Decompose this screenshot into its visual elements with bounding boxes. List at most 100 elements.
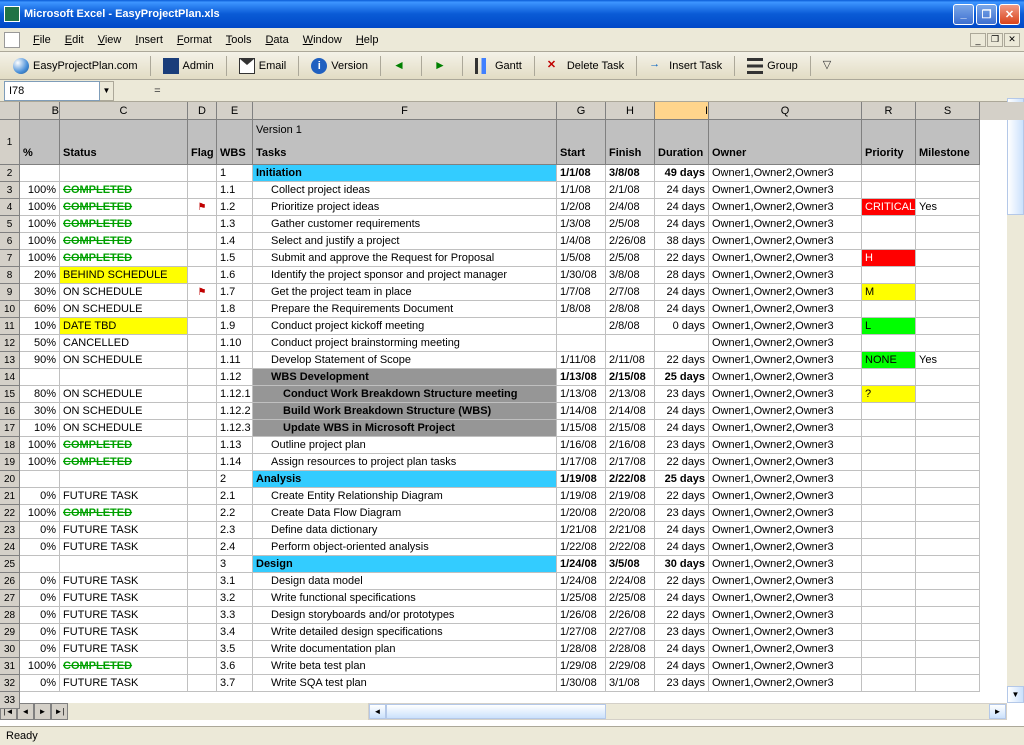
cell-owner[interactable]: Owner1,Owner2,Owner3: [709, 675, 862, 692]
cell-priority[interactable]: [862, 505, 916, 522]
row-header-14[interactable]: 14: [0, 369, 20, 386]
cell-percent[interactable]: 60%: [20, 301, 60, 318]
cell-duration[interactable]: 49 days: [655, 165, 709, 182]
cell-percent[interactable]: 10%: [20, 318, 60, 335]
cell-start[interactable]: 1/15/08: [557, 420, 606, 437]
cell-flag[interactable]: [188, 556, 217, 573]
cell-owner[interactable]: Owner1,Owner2,Owner3: [709, 454, 862, 471]
cell-priority[interactable]: [862, 165, 916, 182]
cell-priority[interactable]: [862, 675, 916, 692]
cell-percent[interactable]: 0%: [20, 488, 60, 505]
cell-status[interactable]: FUTURE TASK: [60, 590, 188, 607]
admin-button[interactable]: Admin: [156, 55, 221, 77]
cell-wbs[interactable]: 3.5: [217, 641, 253, 658]
cell-flag[interactable]: [188, 454, 217, 471]
cell-status[interactable]: ON SCHEDULE: [60, 284, 188, 301]
row-header-32[interactable]: 32: [0, 675, 20, 692]
table-row[interactable]: 20%BEHIND SCHEDULE1.6Identify the projec…: [20, 267, 1024, 284]
cell-flag[interactable]: [188, 675, 217, 692]
col-header-D[interactable]: D: [188, 102, 217, 120]
mdi-restore[interactable]: ❐: [987, 33, 1003, 47]
cell-task[interactable]: Create Data Flow Diagram: [253, 505, 557, 522]
cell-wbs[interactable]: 3.6: [217, 658, 253, 675]
field-header-milestone[interactable]: Milestone: [916, 120, 980, 165]
cell-flag[interactable]: [188, 624, 217, 641]
cell-wbs[interactable]: 1.2: [217, 199, 253, 216]
cell-duration[interactable]: 22 days: [655, 607, 709, 624]
cell-task[interactable]: Conduct project brainstorming meeting: [253, 335, 557, 352]
cell-wbs[interactable]: 1.13: [217, 437, 253, 454]
table-row[interactable]: 0%FUTURE TASK3.3Design storyboards and/o…: [20, 607, 1024, 624]
cell-percent[interactable]: 100%: [20, 505, 60, 522]
row-header-12[interactable]: 12: [0, 335, 20, 352]
cell-duration[interactable]: 24 days: [655, 658, 709, 675]
row-header-1[interactable]: 1: [0, 120, 20, 165]
cell-finish[interactable]: 2/28/08: [606, 641, 655, 658]
cell-priority[interactable]: [862, 403, 916, 420]
cell-status[interactable]: CANCELLED: [60, 335, 188, 352]
cell-wbs[interactable]: 1: [217, 165, 253, 182]
cell-start[interactable]: 1/13/08: [557, 369, 606, 386]
cell-flag[interactable]: [188, 641, 217, 658]
cell-owner[interactable]: Owner1,Owner2,Owner3: [709, 386, 862, 403]
cell-start[interactable]: 1/11/08: [557, 352, 606, 369]
cell-finish[interactable]: 2/24/08: [606, 573, 655, 590]
cell-task[interactable]: Write documentation plan: [253, 641, 557, 658]
table-row[interactable]: 100%COMPLETED⚑1.2Prioritize project idea…: [20, 199, 1024, 216]
cell-milestone[interactable]: [916, 301, 980, 318]
row-header-10[interactable]: 10: [0, 301, 20, 318]
row-header-9[interactable]: 9: [0, 284, 20, 301]
cell-milestone[interactable]: [916, 573, 980, 590]
field-header-priority[interactable]: Priority: [862, 120, 916, 165]
cell-duration[interactable]: 38 days: [655, 233, 709, 250]
cell-status[interactable]: [60, 556, 188, 573]
row-header-28[interactable]: 28: [0, 607, 20, 624]
cell-percent[interactable]: 0%: [20, 573, 60, 590]
cell-duration[interactable]: 23 days: [655, 505, 709, 522]
row-header-2[interactable]: 2: [0, 165, 20, 182]
cell-owner[interactable]: Owner1,Owner2,Owner3: [709, 488, 862, 505]
row-header-25[interactable]: 25: [0, 556, 20, 573]
cell-owner[interactable]: Owner1,Owner2,Owner3: [709, 318, 862, 335]
cell-task[interactable]: Submit and approve the Request for Propo…: [253, 250, 557, 267]
menu-file[interactable]: File: [26, 32, 58, 48]
field-header-status[interactable]: Status: [60, 120, 188, 165]
version-button[interactable]: iVersion: [304, 55, 375, 77]
cell-owner[interactable]: Owner1,Owner2,Owner3: [709, 216, 862, 233]
cell-duration[interactable]: 22 days: [655, 488, 709, 505]
row-header-4[interactable]: 4: [0, 199, 20, 216]
cell-flag[interactable]: [188, 386, 217, 403]
menu-edit[interactable]: Edit: [58, 32, 91, 48]
cell-wbs[interactable]: 1.4: [217, 233, 253, 250]
cell-task[interactable]: Initiation: [253, 165, 557, 182]
cell-flag[interactable]: [188, 165, 217, 182]
table-row[interactable]: 30%ON SCHEDULE1.12.2Build Work Breakdown…: [20, 403, 1024, 420]
cell-wbs[interactable]: 1.11: [217, 352, 253, 369]
cell-owner[interactable]: Owner1,Owner2,Owner3: [709, 590, 862, 607]
cell-milestone[interactable]: [916, 165, 980, 182]
cell-finish[interactable]: 2/15/08: [606, 369, 655, 386]
row-header-31[interactable]: 31: [0, 658, 20, 675]
cell-task[interactable]: Collect project ideas: [253, 182, 557, 199]
cell-finish[interactable]: 2/26/08: [606, 233, 655, 250]
site-link-button[interactable]: EasyProjectPlan.com: [6, 55, 145, 77]
cell-status[interactable]: ON SCHEDULE: [60, 301, 188, 318]
cell-priority[interactable]: [862, 369, 916, 386]
cell-task[interactable]: Develop Statement of Scope: [253, 352, 557, 369]
cell-wbs[interactable]: 1.6: [217, 267, 253, 284]
cell-priority[interactable]: [862, 182, 916, 199]
cell-start[interactable]: 1/5/08: [557, 250, 606, 267]
cell-owner[interactable]: Owner1,Owner2,Owner3: [709, 539, 862, 556]
col-header-C[interactable]: C: [60, 102, 188, 120]
cell-task[interactable]: Design storyboards and/or prototypes: [253, 607, 557, 624]
col-header-B[interactable]: B: [20, 102, 60, 120]
row-header-3[interactable]: 3: [0, 182, 20, 199]
field-header-tasks[interactable]: Version 1Tasks: [253, 120, 557, 165]
table-row[interactable]: 0%FUTURE TASK3.4Write detailed design sp…: [20, 624, 1024, 641]
cell-milestone[interactable]: [916, 454, 980, 471]
select-all-corner[interactable]: [0, 102, 20, 120]
cell-milestone[interactable]: [916, 607, 980, 624]
cell-priority[interactable]: [862, 471, 916, 488]
cell-wbs[interactable]: 2.2: [217, 505, 253, 522]
cell-wbs[interactable]: 2.1: [217, 488, 253, 505]
